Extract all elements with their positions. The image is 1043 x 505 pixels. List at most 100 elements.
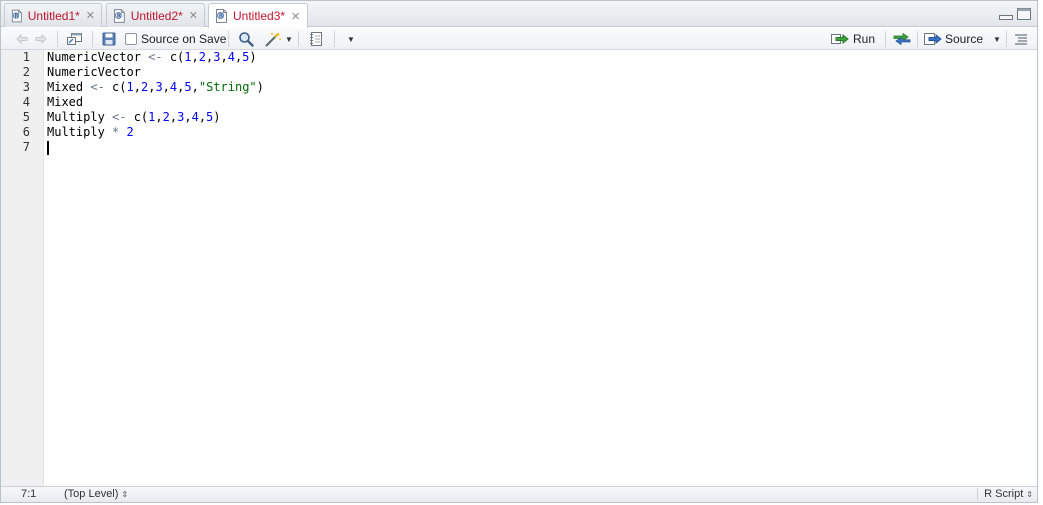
source-button[interactable]: Source ▼ xyxy=(923,30,1001,48)
code-area[interactable]: NumericVector <- c(1,2,3,4,5) NumericVect… xyxy=(47,50,1037,155)
line-number: 5 xyxy=(22,110,30,124)
tab-untitled1[interactable]: R Untitled1* ✕ xyxy=(4,3,102,27)
source-icon xyxy=(924,33,942,45)
code-tools-button[interactable]: ▼ xyxy=(264,30,293,48)
tab-label: Untitled2* xyxy=(130,8,183,23)
code-token: ) xyxy=(249,50,257,64)
code-token: , xyxy=(155,110,163,124)
back-button[interactable] xyxy=(15,30,29,48)
code-line[interactable]: Mixed <- c(1,2,3,4,5,"String") xyxy=(47,80,1037,95)
code-line[interactable]: NumericVector <- c(1,2,3,4,5) xyxy=(47,50,1037,65)
r-document-icon: R xyxy=(113,8,125,23)
close-icon[interactable]: ✕ xyxy=(189,9,198,22)
line-number: 4 xyxy=(22,95,30,109)
svg-text:R: R xyxy=(219,14,224,20)
source-editor-pane: R Untitled1* ✕ R Untitled2* ✕ R Untitled… xyxy=(0,0,1038,503)
toolbar-separator xyxy=(228,31,229,47)
editor-tab-bar: R Untitled1* ✕ R Untitled2* ✕ R Untitled… xyxy=(1,1,1037,28)
code-token: 4 xyxy=(227,50,235,64)
code-line[interactable]: Multiply * 2 xyxy=(47,125,1037,140)
toolbar-separator xyxy=(57,31,58,47)
r-document-icon: R xyxy=(216,9,227,23)
text-cursor xyxy=(47,140,49,155)
source-on-save-checkbox[interactable] xyxy=(125,33,137,45)
code-token: "String" xyxy=(198,80,257,94)
show-in-new-window-button[interactable] xyxy=(66,30,83,48)
line-number: 3 xyxy=(22,80,30,94)
code-token: , xyxy=(191,50,199,64)
updown-icon: ⇕ xyxy=(1026,490,1033,499)
code-line[interactable] xyxy=(47,140,1037,155)
code-token: Mixed xyxy=(47,95,84,109)
toolbar-separator xyxy=(92,31,93,47)
chevron-down-icon[interactable]: ▼ xyxy=(993,35,1001,44)
r-document-icon: R xyxy=(11,9,22,22)
code-token: 2 xyxy=(198,50,206,64)
save-icon xyxy=(102,32,116,46)
notebook-icon xyxy=(310,32,322,46)
code-token: c( xyxy=(104,80,127,94)
chevron-down-icon: ▼ xyxy=(347,34,355,44)
tab-label: Untitled3* xyxy=(233,9,286,23)
code-token: 1 xyxy=(126,80,134,94)
code-token: 4 xyxy=(191,110,199,124)
file-type-selector[interactable]: R Script ⇕ xyxy=(977,488,1033,500)
code-token: , xyxy=(162,80,170,94)
code-token: , xyxy=(220,50,228,64)
toolbar-separator xyxy=(917,31,918,47)
toolbar-separator xyxy=(334,31,335,47)
code-token: 1 xyxy=(184,50,192,64)
show-in-new-window-icon xyxy=(67,33,82,45)
tab-untitled3[interactable]: R Untitled3* ✕ xyxy=(208,3,308,28)
toolbar-separator xyxy=(1006,31,1007,47)
find-button[interactable] xyxy=(238,30,254,48)
more-options-button[interactable]: ▼ xyxy=(344,30,355,48)
toolbar-separator xyxy=(298,31,299,47)
magic-wand-icon xyxy=(265,32,281,47)
scope-label: (Top Level) xyxy=(64,488,119,500)
line-number: 1 xyxy=(22,50,30,64)
tab-untitled2[interactable]: R Untitled2* ✕ xyxy=(106,3,205,27)
code-token: NumericVector xyxy=(47,50,149,64)
code-line[interactable]: Multiply <- c(1,2,3,4,5) xyxy=(47,110,1037,125)
rerun-button[interactable] xyxy=(892,30,912,48)
source-on-save-toggle[interactable]: Source on Save xyxy=(125,30,226,48)
line-number-gutter: 1234567 xyxy=(1,50,44,487)
code-editor[interactable]: 1234567 NumericVector <- c(1,2,3,4,5) Num… xyxy=(1,50,1037,487)
back-arrow-icon xyxy=(16,33,28,45)
editor-toolbar: Source on Save ▼ ▼ Run Source ▼ xyxy=(1,28,1037,50)
close-icon[interactable]: ✕ xyxy=(86,9,95,22)
compile-notebook-button[interactable] xyxy=(308,30,324,48)
document-outline-button[interactable] xyxy=(1014,30,1028,48)
code-token: 2 xyxy=(126,125,134,139)
editor-status-bar: 7:1 (Top Level) ⇕ R Script ⇕ xyxy=(1,486,1037,502)
forward-arrow-icon xyxy=(35,33,47,45)
run-label: Run xyxy=(853,32,876,46)
code-token: 2 xyxy=(162,110,170,124)
code-token: 3 xyxy=(155,80,163,94)
code-line[interactable]: NumericVector xyxy=(47,65,1037,80)
code-token: 5 xyxy=(184,80,192,94)
svg-text:R: R xyxy=(15,13,19,19)
code-token: Multiply xyxy=(47,125,113,139)
outline-icon xyxy=(1015,34,1027,45)
code-token: <- xyxy=(148,50,163,64)
code-token: c( xyxy=(126,110,149,124)
tab-label: Untitled1* xyxy=(27,8,80,23)
maximize-icon[interactable] xyxy=(1016,7,1032,21)
save-button[interactable] xyxy=(102,30,116,48)
scope-selector[interactable]: (Top Level) ⇕ xyxy=(64,488,128,500)
code-line[interactable]: Mixed xyxy=(47,95,1037,110)
chevron-down-icon: ▼ xyxy=(285,34,293,44)
close-icon[interactable]: ✕ xyxy=(291,10,300,23)
run-button[interactable]: Run xyxy=(830,30,875,48)
cursor-position: 7:1 xyxy=(21,488,37,500)
line-number: 7 xyxy=(22,140,30,154)
forward-button[interactable] xyxy=(34,30,48,48)
updown-icon: ⇕ xyxy=(121,490,129,499)
file-type-label: R Script xyxy=(984,488,1024,500)
code-token: , xyxy=(198,110,207,124)
minimize-icon[interactable] xyxy=(998,7,1014,21)
code-token: <- xyxy=(112,110,127,124)
code-token: , xyxy=(184,110,192,124)
